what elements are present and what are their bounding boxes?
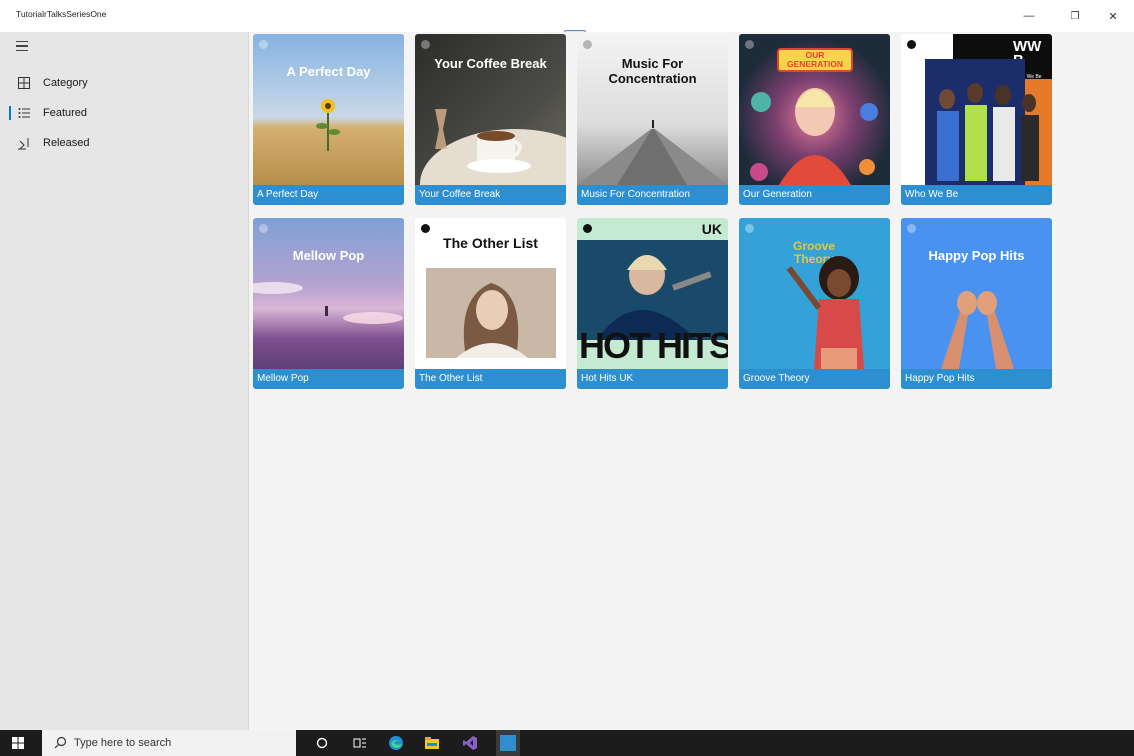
playlist-caption: Groove Theory bbox=[739, 369, 890, 389]
selection-indicator bbox=[9, 106, 11, 120]
file-explorer-icon[interactable] bbox=[424, 735, 440, 751]
task-view-icon[interactable] bbox=[352, 735, 368, 751]
playlist-caption: The Other List bbox=[415, 369, 566, 389]
cover-overlay-text: HOT HITS bbox=[579, 325, 728, 366]
minimize-button[interactable]: — bbox=[1012, 0, 1046, 32]
portrait-photo-icon bbox=[426, 268, 556, 358]
taskbar: Type here to search bbox=[0, 730, 1134, 756]
spotify-logo-icon bbox=[583, 224, 592, 233]
playlist-caption: A Perfect Day bbox=[253, 185, 404, 205]
spotify-logo-icon bbox=[421, 40, 430, 49]
playlist-cover: UK HOT HITS bbox=[577, 218, 728, 369]
nav-item-released[interactable]: Released bbox=[0, 129, 249, 157]
taskbar-search-box[interactable]: Type here to search bbox=[42, 730, 296, 756]
playlist-caption: Who We Be bbox=[901, 185, 1052, 205]
cover-title-box: OUR GENERATION bbox=[777, 48, 853, 72]
playlist-tile-your-coffee-break[interactable]: Your Coffee Break Your Coffee Break bbox=[415, 34, 566, 205]
playlist-caption: Our Generation bbox=[739, 185, 890, 205]
grid-icon bbox=[18, 77, 30, 89]
playlist-tile-the-other-list[interactable]: The Other List The Other List bbox=[415, 218, 566, 389]
playlist-tile-our-generation[interactable]: OUR GENERATION Our Generation bbox=[739, 34, 890, 205]
spotify-logo-icon bbox=[907, 224, 916, 233]
spotify-logo-icon bbox=[421, 224, 430, 233]
coffee-cup-icon bbox=[420, 109, 566, 185]
active-app-slot[interactable] bbox=[496, 730, 520, 756]
download-icon bbox=[18, 138, 29, 150]
windows-start-icon[interactable] bbox=[12, 737, 24, 749]
cover-title: The Other List bbox=[443, 235, 538, 251]
cover-title: OUR GENERATION bbox=[786, 50, 844, 69]
cortana-icon[interactable] bbox=[314, 735, 330, 751]
playlist-caption: Hot Hits UK bbox=[577, 369, 728, 389]
playlist-caption: Mellow Pop bbox=[253, 369, 404, 389]
navigation-pane: Category Featured Released bbox=[0, 32, 249, 730]
playlist-cover: Groove Theory bbox=[739, 218, 890, 369]
nav-item-label: Category bbox=[43, 77, 88, 89]
nav-item-featured[interactable]: Featured bbox=[0, 99, 249, 127]
nav-item-label: Released bbox=[43, 137, 90, 149]
search-placeholder: Type here to search bbox=[74, 737, 172, 749]
spotify-logo-icon bbox=[583, 40, 592, 49]
pier-icon bbox=[577, 120, 728, 185]
playlist-cover: Music For Concentration bbox=[577, 34, 728, 185]
playlist-cover: Mellow Pop bbox=[253, 218, 404, 369]
playlist-cover: A Perfect Day bbox=[253, 34, 404, 185]
playlist-tile-who-we-be[interactable]: WWB Who We Be Who We Be bbox=[901, 34, 1052, 205]
list-icon bbox=[18, 108, 30, 118]
restore-icon: ❐ bbox=[1070, 10, 1080, 22]
raised-hands-icon bbox=[941, 291, 1014, 369]
playlist-tile-mellow-pop[interactable]: Mellow Pop Mellow Pop bbox=[253, 218, 404, 389]
search-icon bbox=[54, 736, 67, 749]
cover-title: Music For Concentration bbox=[608, 56, 697, 86]
cover-title: UK bbox=[701, 221, 722, 237]
nav-item-label: Featured bbox=[43, 107, 88, 119]
playlist-tile-hot-hits-uk[interactable]: UK HOT HITS Hot Hits UK bbox=[577, 218, 728, 389]
nav-item-category[interactable]: Category bbox=[0, 69, 249, 97]
spotify-logo-icon bbox=[907, 40, 916, 49]
playlist-tile-groove-theory[interactable]: Groove Theory Groove Theory bbox=[739, 218, 890, 389]
cover-title: A Perfect Day bbox=[286, 64, 371, 79]
close-button[interactable]: ✕ bbox=[1096, 0, 1130, 32]
spotify-logo-icon bbox=[745, 224, 754, 233]
maximize-button[interactable]: ❐ bbox=[1058, 0, 1092, 32]
playlist-caption: Happy Pop Hits bbox=[901, 369, 1052, 389]
minimize-icon: — bbox=[1023, 10, 1035, 22]
visual-studio-icon[interactable] bbox=[462, 735, 478, 751]
spotify-logo-icon bbox=[745, 40, 754, 49]
app-title: TutorialrTalksSeriesOne bbox=[16, 9, 107, 19]
main-content: A Perfect Day A Perfect Day Your Coffee … bbox=[250, 32, 1134, 730]
dancer-photo-icon bbox=[786, 256, 864, 369]
playlist-tile-happy-pop-hits[interactable]: Happy Pop Hits Happy Pop Hits bbox=[901, 218, 1052, 389]
close-icon: ✕ bbox=[1108, 10, 1118, 23]
edge-browser-icon[interactable] bbox=[388, 735, 404, 751]
app-icon bbox=[500, 735, 516, 751]
playlist-cover: The Other List bbox=[415, 218, 566, 369]
playlist-caption: Music For Concentration bbox=[577, 185, 728, 205]
sunflower-icon bbox=[316, 99, 340, 151]
clouds-icon bbox=[253, 282, 403, 324]
playlist-cover: OUR GENERATION bbox=[739, 34, 890, 185]
cover-title: Mellow Pop bbox=[292, 248, 365, 263]
title-bar: TutorialrTalksSeriesOne — ❐ ✕ bbox=[0, 0, 1134, 32]
spotify-logo-icon bbox=[259, 224, 268, 233]
playlist-tile-music-for-concentration[interactable]: Music For Concentration Music For Concen… bbox=[577, 34, 728, 205]
cover-title: Happy Pop Hits bbox=[928, 248, 1025, 263]
playlist-cover: WWB Who We Be bbox=[901, 34, 1052, 185]
playlist-cover: Happy Pop Hits bbox=[901, 218, 1052, 369]
spotify-logo-icon bbox=[259, 40, 268, 49]
hamburger-menu-icon[interactable] bbox=[16, 41, 28, 51]
portrait-icon bbox=[750, 88, 878, 185]
playlist-caption: Your Coffee Break bbox=[415, 185, 566, 205]
playlist-tile-a-perfect-day[interactable]: A Perfect Day A Perfect Day bbox=[253, 34, 404, 205]
playlist-cover: Your Coffee Break bbox=[415, 34, 566, 185]
cover-title: Your Coffee Break bbox=[434, 56, 547, 71]
group-photo-icon bbox=[925, 59, 1052, 185]
